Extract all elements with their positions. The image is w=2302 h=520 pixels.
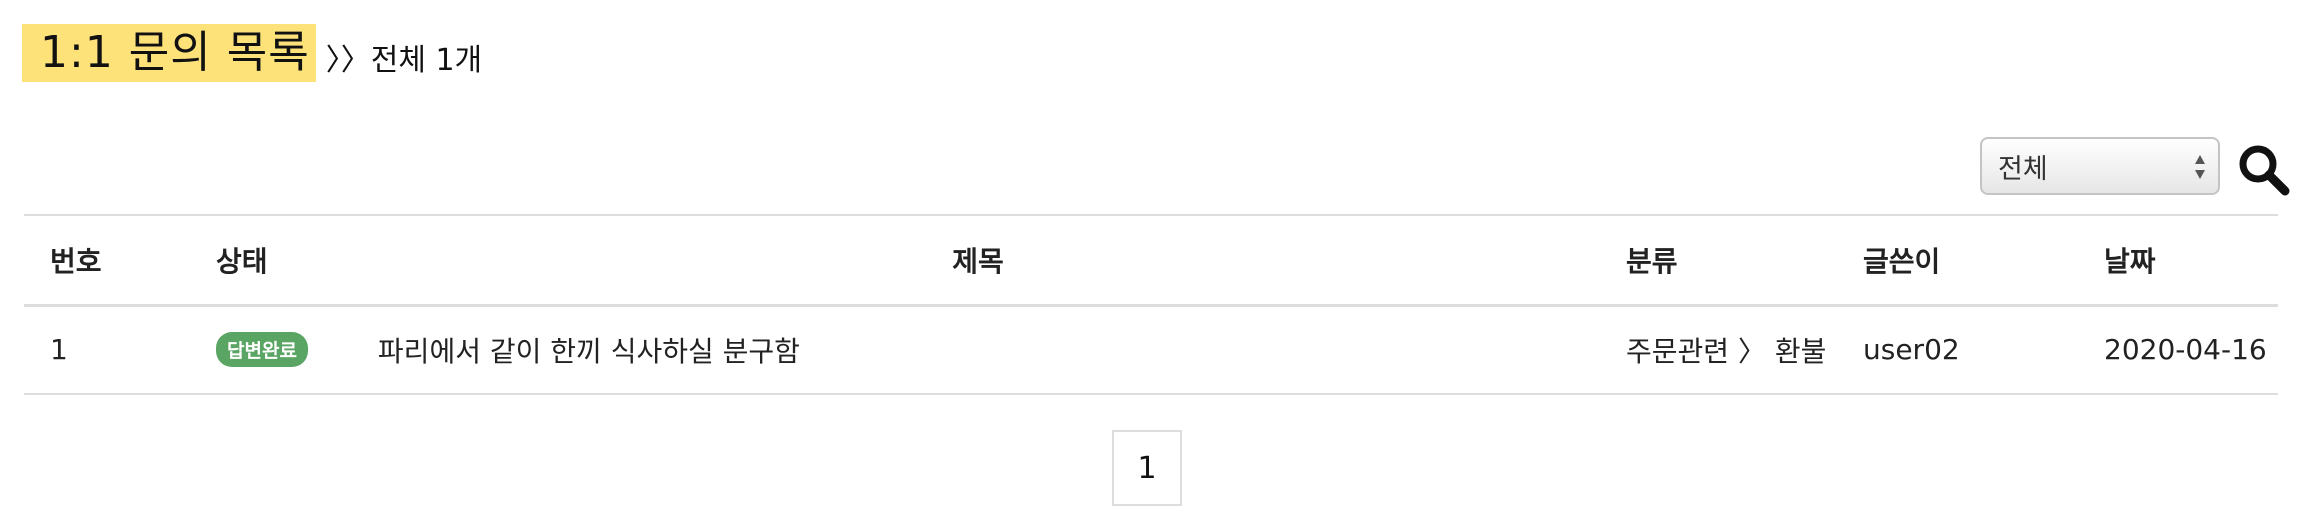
pagination-page-button[interactable]: 1 xyxy=(1112,430,1182,506)
filter-selected-value: 전체 xyxy=(1998,153,2048,185)
column-header-category: 분류 xyxy=(1626,244,1678,278)
row-category: 주문관련 〉 환불 xyxy=(1626,334,1827,368)
row-status-subject-cell: 답변완료 파리에서 같이 한끼 식사하실 분구함 xyxy=(190,305,1600,394)
inquiry-table: 번호 상태 제목 분류 글쓴이 날짜 1 답변완료 파리에서 같이 한끼 식사하실… xyxy=(24,214,2278,395)
column-header-date: 날짜 xyxy=(2104,244,2156,278)
column-header-author: 글쓴이 xyxy=(1863,244,1941,278)
search-icon[interactable] xyxy=(2236,142,2290,196)
table-header-row: 번호 상태 제목 분류 글쓴이 날짜 xyxy=(24,215,2278,305)
total-count: 〉〉전체 1개 xyxy=(325,43,483,78)
column-header-subject: 제목 xyxy=(952,244,1004,278)
inquiry-list-page: 1:1 문의 목록 〉〉전체 1개 전체 번호 상태 제목 분류 글쓴이 날짜 … xyxy=(0,0,2302,520)
row-author: user02 xyxy=(1863,333,1960,367)
page-header: 1:1 문의 목록 〉〉전체 1개 xyxy=(22,22,482,82)
table-row[interactable]: 1 답변완료 파리에서 같이 한끼 식사하실 분구함 주문관련 〉 환불 user… xyxy=(24,305,2278,394)
category-filter-select[interactable]: 전체 xyxy=(1980,137,2220,195)
row-date: 2020-04-16 xyxy=(2104,333,2267,367)
column-header-number: 번호 xyxy=(50,244,102,278)
updown-arrows-icon xyxy=(2195,155,2205,179)
page-title: 1:1 문의 목록 xyxy=(22,24,316,82)
status-badge: 답변완료 xyxy=(216,332,308,368)
row-number: 1 xyxy=(50,333,68,367)
column-header-status: 상태 xyxy=(216,244,268,278)
row-subject-link[interactable]: 파리에서 같이 한끼 식사하실 분구함 xyxy=(378,335,800,368)
